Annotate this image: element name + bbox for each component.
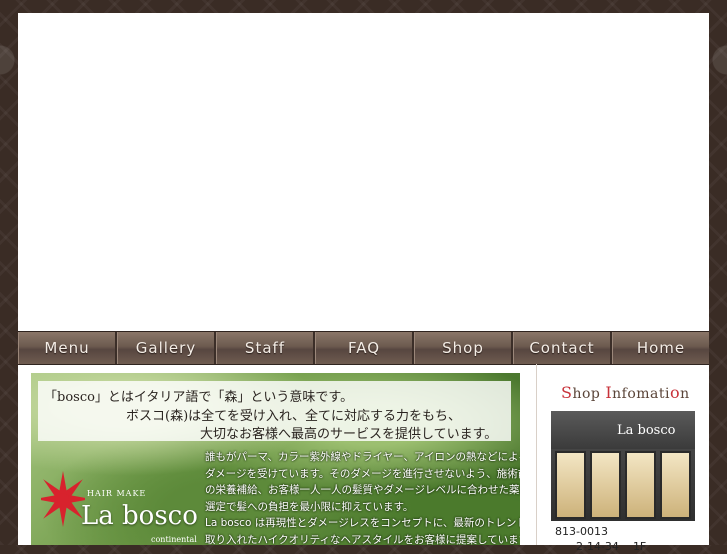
- shop-windows: [555, 451, 691, 519]
- shop-info-heading: Shop Infomation: [561, 383, 690, 402]
- shop-address: 813-0013 2-14-34 1F: [555, 524, 646, 554]
- shop-window: [590, 451, 621, 519]
- page: Menu Gallery Staff FAQ Shop Contact Home…: [18, 13, 710, 553]
- banner-line-3: 大切なお客様へ最高のサービスを提供しています。: [200, 427, 498, 442]
- banner-line-1: 「bosco」とはイタリア語で「森」という意味です。: [44, 390, 354, 405]
- main-nav: Menu Gallery Staff FAQ Shop Contact Home: [18, 331, 709, 365]
- logo-name: La bosco: [81, 501, 198, 531]
- intro-banner: 「bosco」とはイタリア語で「森」という意味です。 ボスコ(森)は全てを受け入…: [38, 381, 511, 442]
- description-line: 誰もがパーマ、カラー紫外線やドライヤー、アイロンの熱などによる: [205, 451, 520, 463]
- shop-sign-text: La bosco: [617, 423, 676, 438]
- nav-gallery[interactable]: Gallery: [117, 332, 216, 364]
- logo-tagline: HAIR MAKE: [87, 489, 147, 498]
- nav-shop[interactable]: Shop: [414, 332, 513, 364]
- description-line: 選定で髪への負担を最小限に抑えています。: [205, 500, 414, 513]
- sun-star-icon: [41, 471, 85, 527]
- banner-line-2: ボスコ(森)は全てを受け入れ、全てに対応する力をもち、: [126, 409, 462, 424]
- main-feature: 「bosco」とはイタリア語で「森」という意味です。 ボスコ(森)は全てを受け入…: [31, 373, 520, 545]
- shop-window: [555, 451, 586, 519]
- content-area: 「bosco」とはイタリア語で「森」という意味です。 ボスコ(森)は全てを受け入…: [18, 364, 710, 553]
- shop-window: [625, 451, 656, 519]
- nav-contact[interactable]: Contact: [513, 332, 612, 364]
- nav-menu[interactable]: Menu: [18, 332, 117, 364]
- nav-staff[interactable]: Staff: [216, 332, 315, 364]
- logo-subtitle: continental: [151, 535, 197, 544]
- salon-logo: HAIR MAKE La bosco continental: [41, 469, 201, 545]
- description-line: La bosco は再現性とダメージレスをコンセプトに、最新のトレンドを: [205, 517, 520, 529]
- nav-home[interactable]: Home: [612, 332, 709, 364]
- salon-description: 誰もがパーマ、カラー紫外線やドライヤー、アイロンの熱などによる ダメージを受けて…: [205, 449, 520, 546]
- shop-sign: La bosco: [551, 411, 695, 449]
- nav-faq[interactable]: FAQ: [315, 332, 414, 364]
- description-line: ダメージを受けています。そのダメージを進行させないよう、施術前: [205, 467, 520, 480]
- hero-area: [18, 13, 709, 331]
- shop-window: [660, 451, 691, 519]
- shop-street: 2-14-34 1F: [576, 540, 647, 553]
- shop-photo[interactable]: La bosco: [551, 411, 695, 521]
- description-line: の栄養補給、お客様一人一人の髪質やダメージレベルに合わせた薬剤: [205, 484, 520, 496]
- shop-postal-code: 813-0013: [555, 525, 608, 538]
- description-line: 取り入れたハイクオリティなヘアスタイルをお客様に提案しています。: [205, 533, 520, 546]
- shop-info-sidebar: Shop Infomation La bosco 813-0013 2-14-3…: [536, 364, 710, 553]
